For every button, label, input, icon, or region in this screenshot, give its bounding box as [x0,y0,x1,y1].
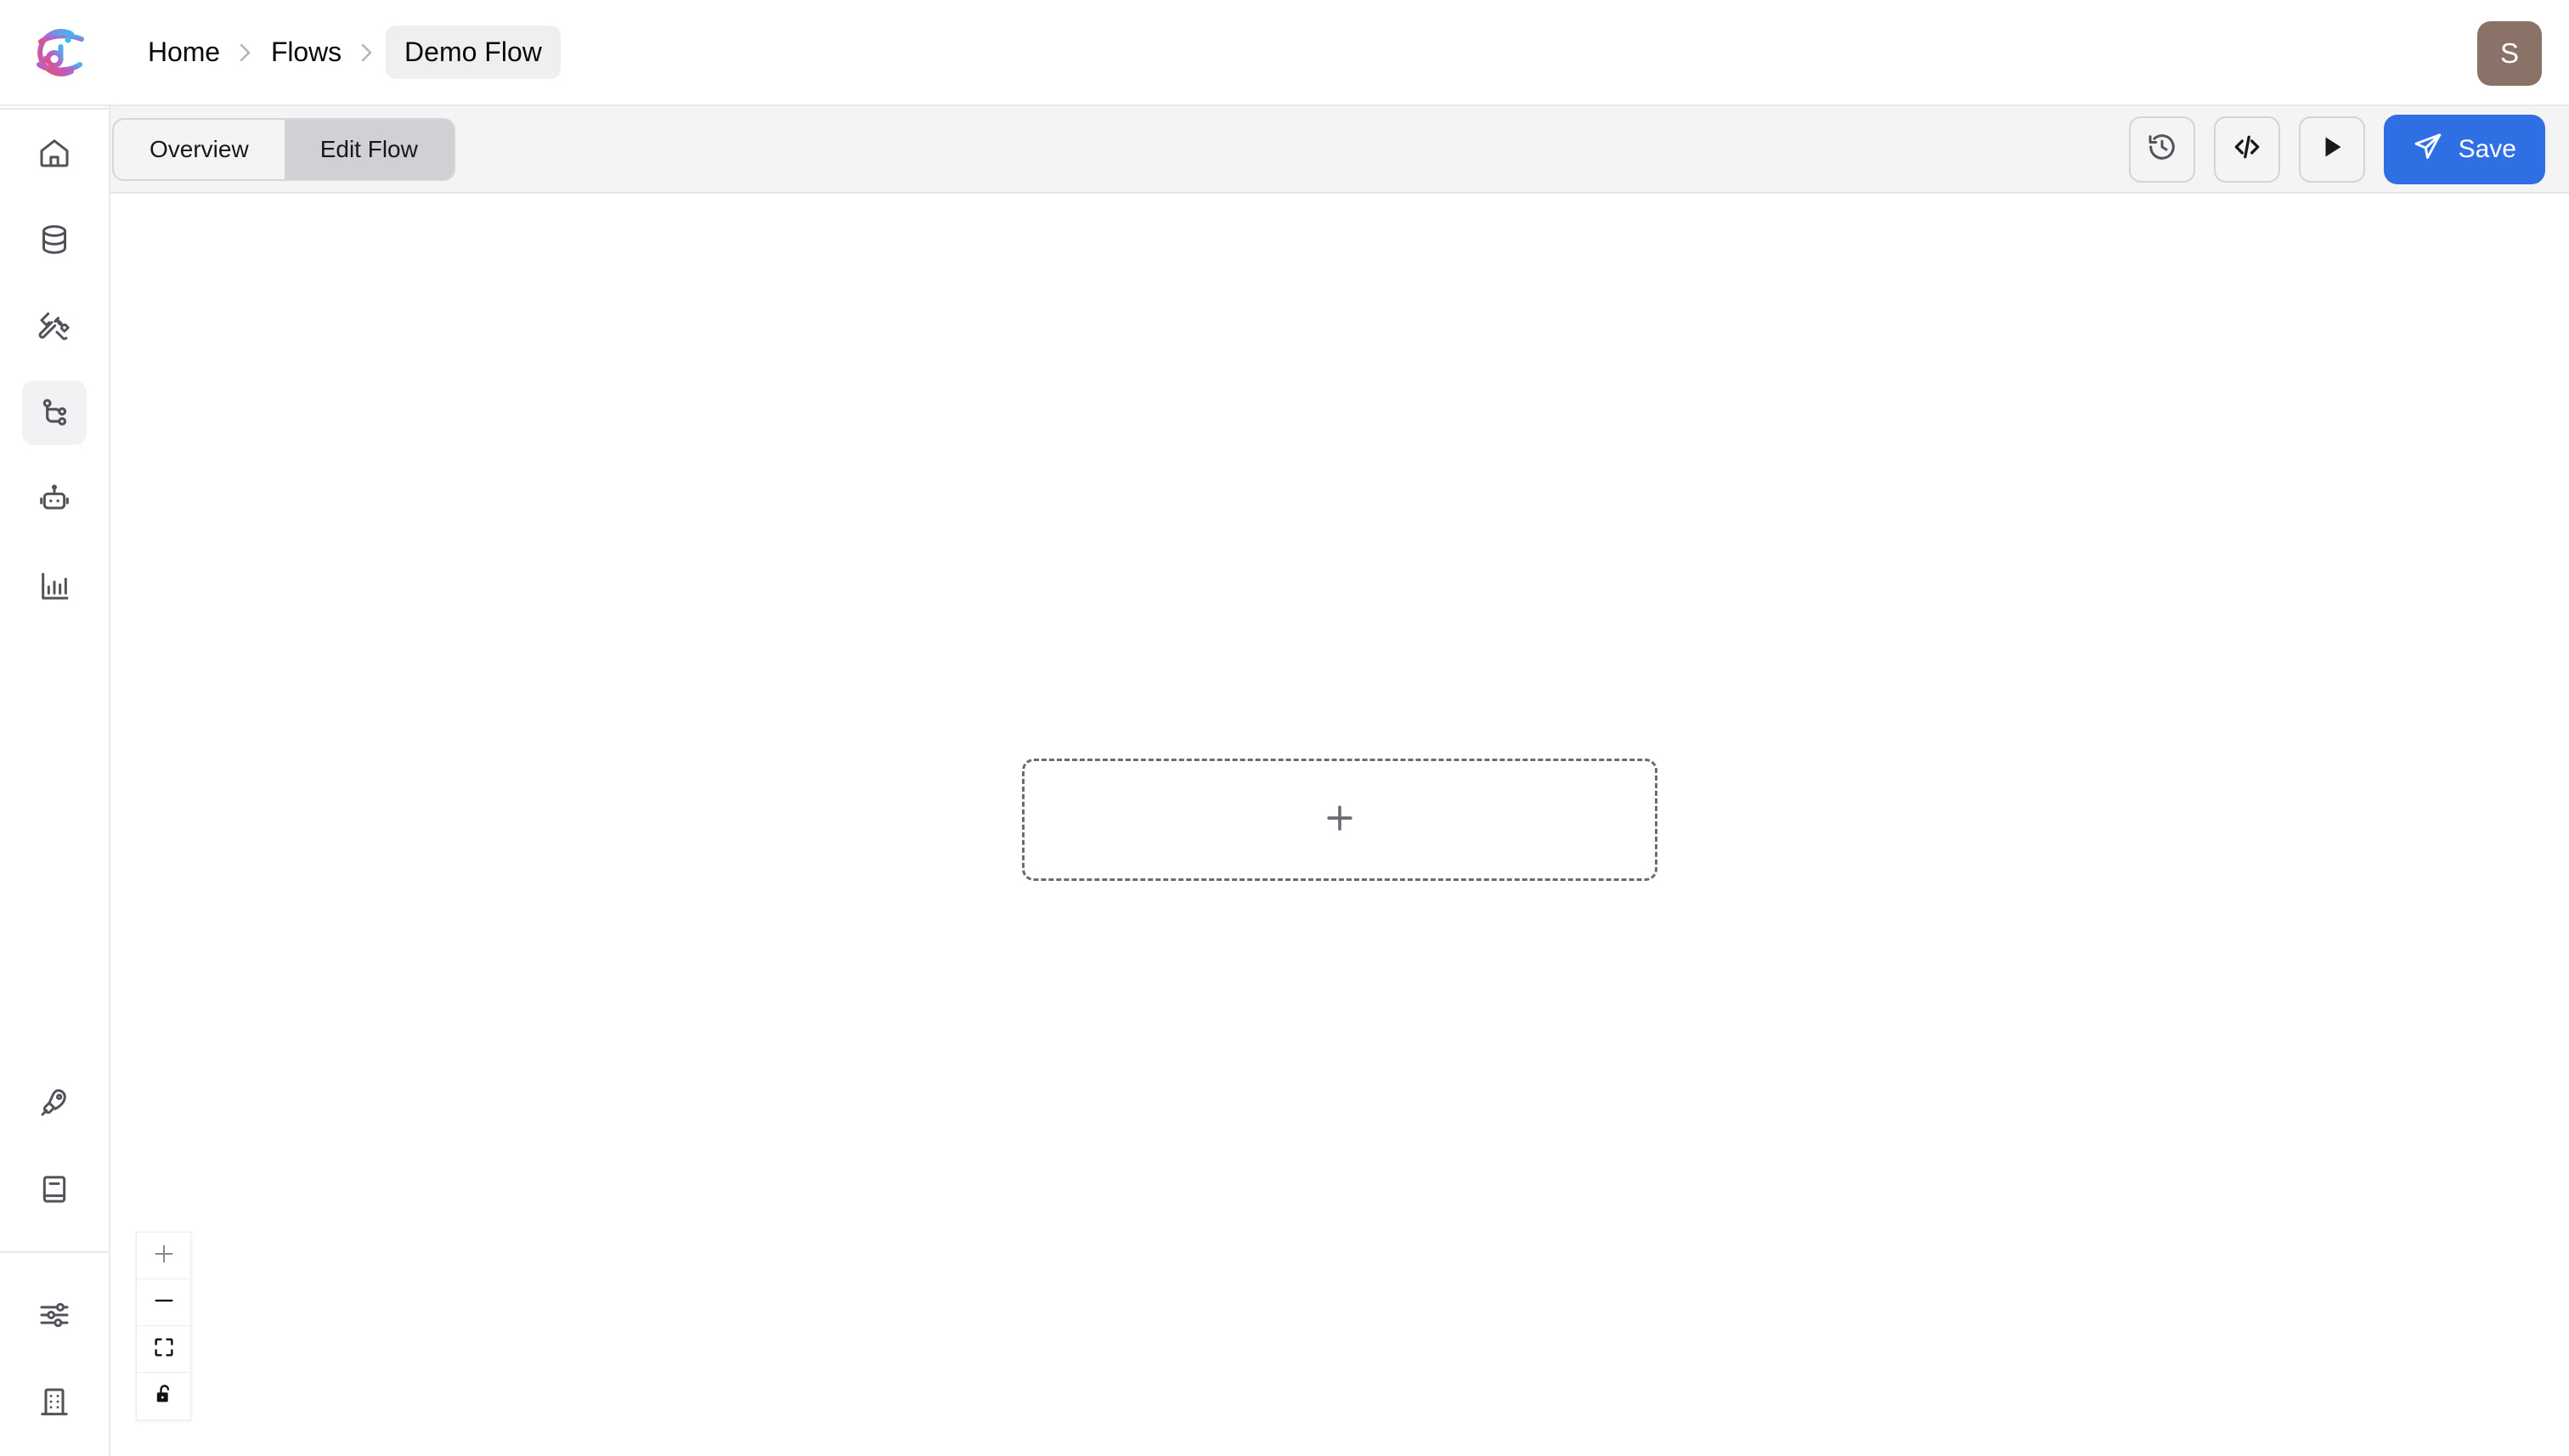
tools-icon [37,309,71,343]
fit-view-button[interactable] [137,1326,190,1373]
avatar[interactable]: S [2477,21,2542,86]
toolbar-actions: Save [2128,114,2545,184]
sidebar-divider-top [0,108,110,110]
code-brackets-icon [2231,131,2263,167]
sidebar-item-organization[interactable] [22,1369,87,1434]
sliders-icon [37,1298,71,1332]
breadcrumb-item-current[interactable]: Demo Flow [386,25,561,79]
breadcrumb: Home Flows Demo Flow [110,0,561,105]
send-plane-icon [2413,131,2443,168]
sidebar-top-group [0,106,110,629]
sidebar-item-agents[interactable] [22,467,87,532]
dot-ai-logo-icon [22,20,88,86]
history-button[interactable] [2128,116,2195,183]
building-icon [37,1385,71,1419]
sidebar-divider-bottom [0,1251,110,1253]
sidebar-item-docs[interactable] [22,1157,87,1222]
zoom-in-button[interactable] [137,1233,190,1279]
rocket-icon [37,1086,71,1120]
flow-canvas[interactable] [112,195,2569,1456]
fit-view-icon [152,1335,176,1363]
sidebar-item-settings[interactable] [22,1283,87,1347]
run-button[interactable] [2298,116,2365,183]
canvas-controls [136,1232,191,1420]
app-logo[interactable] [0,0,110,105]
minus-icon [151,1288,177,1318]
chevron-right-icon [348,34,386,71]
book-icon [37,1172,71,1206]
app-root: Home Flows Demo Flow S Overview Edit Flo… [0,0,2569,1456]
chevron-right-icon [227,34,264,71]
tab-edit-flow[interactable]: Edit Flow [284,119,454,179]
history-clock-icon [2146,131,2178,167]
primary-sidebar [0,106,110,1456]
flow-branch-icon [37,396,71,430]
top-header: Home Flows Demo Flow S [0,0,2569,106]
save-button[interactable]: Save [2383,114,2545,184]
flow-toolbar: Overview Edit Flow Save [110,106,2569,194]
save-button-label: Save [2458,134,2516,163]
add-node-placeholder[interactable] [1022,759,1657,881]
sidebar-item-tools[interactable] [22,294,87,358]
breadcrumb-item-flows[interactable]: Flows [264,37,348,68]
database-icon [37,223,71,257]
sidebar-item-analytics[interactable] [22,554,87,618]
tab-overview[interactable]: Overview [114,119,285,179]
view-tabs: Overview Edit Flow [112,117,455,181]
robot-icon [37,483,71,516]
sidebar-item-deploy[interactable] [22,1070,87,1135]
lock-toggle-button[interactable] [137,1373,190,1419]
plus-icon [151,1241,177,1271]
home-icon [37,136,71,170]
sidebar-item-home[interactable] [22,121,87,185]
zoom-out-button[interactable] [137,1279,190,1326]
sidebar-bottom-group [0,1059,110,1456]
unlock-icon [152,1382,176,1410]
sidebar-item-flows[interactable] [22,381,87,445]
sidebar-item-data[interactable] [22,207,87,272]
plus-icon [1321,799,1358,841]
play-icon [2317,132,2347,166]
breadcrumb-item-home[interactable]: Home [141,37,227,68]
code-button[interactable] [2213,116,2280,183]
bar-chart-icon [37,569,71,603]
